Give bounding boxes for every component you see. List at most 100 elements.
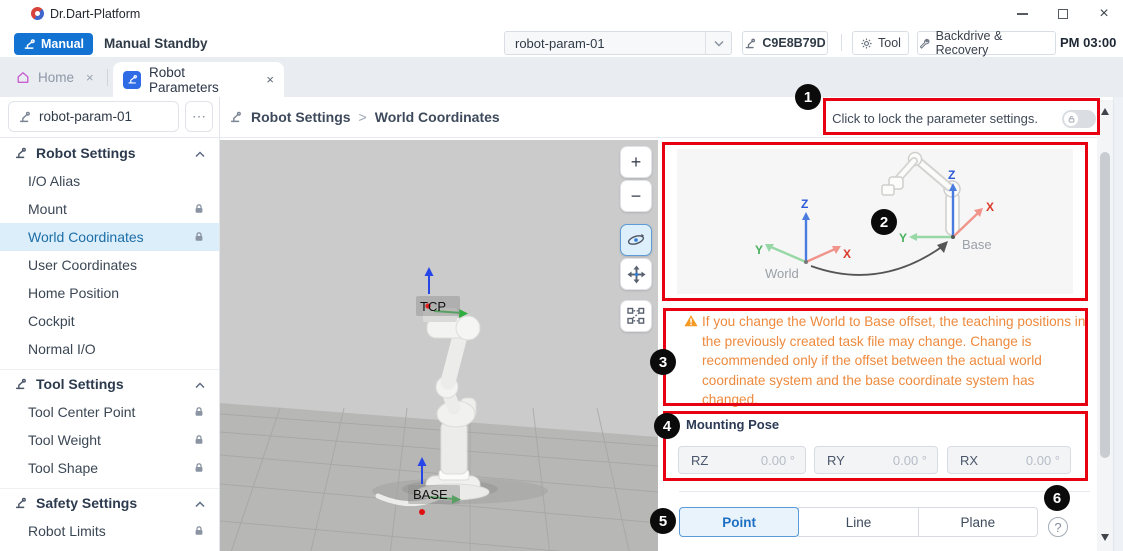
scroll-up-button[interactable] [1097,102,1113,120]
maximize-button[interactable] [1044,0,1082,27]
zoom-out-button[interactable]: − [620,180,652,212]
window-edge [1113,97,1123,551]
world-base-diagram: Z X Y World X Y Z Base [665,145,1085,298]
tcp-label: TCP [420,299,446,314]
3d-viewport[interactable]: TCP BASE [220,140,658,551]
parameter-dropdown-value: robot-param-01 [505,36,705,51]
backdrive-recovery-button[interactable]: Backdrive & Recovery [917,31,1056,55]
mounting-pose-ry-field[interactable]: RY 0.00 ° [814,446,938,474]
sidebar-item-user-coordinates[interactable]: User Coordinates [0,251,219,279]
sidebar-more-button[interactable]: ⋯ [185,101,213,132]
gear-icon [860,37,873,50]
minimize-icon [1017,13,1028,15]
help-button[interactable]: ? [1048,517,1068,537]
base-label: BASE [413,487,448,502]
svg-text:X: X [843,247,851,261]
measure-icon [627,307,645,325]
teach-method-tabs: Point Line Plane [679,507,1038,537]
sidebar-section-robot-settings[interactable]: Robot Settings [0,139,219,167]
sidebar-section-tool-settings[interactable]: Tool Settings [0,370,219,398]
close-button[interactable]: × [1085,0,1123,27]
robot-arm-icon [18,110,32,124]
sidebar-nav: Robot Settings I/O Alias Mount World Coo… [0,139,219,545]
robot-arm-icon [14,496,28,510]
home-icon [16,71,30,84]
base-label: Base [962,237,992,252]
minimize-button[interactable] [1003,0,1041,27]
tab-robot-parameters[interactable]: Robot Parameters × [113,62,284,97]
orbit-icon [626,231,646,249]
svg-text:Z: Z [948,168,955,182]
tab-home[interactable]: Home × [10,63,106,92]
manual-mode-button[interactable]: Manual [14,33,93,55]
lock-icon [193,406,205,418]
world-offset-warning: If you change the World to Base offset, … [702,312,1086,410]
breadcrumb-parent[interactable]: Robot Settings [251,109,351,125]
unlock-icon [1064,112,1078,126]
svg-text:X: X [986,200,994,214]
tab-line[interactable]: Line [798,507,918,537]
lock-icon [193,525,205,537]
lock-parameters-toggle[interactable] [1062,110,1096,128]
parameter-dropdown[interactable]: robot-param-01 [504,31,732,55]
sidebar-item-cockpit[interactable]: Cockpit [0,307,219,335]
tool-button[interactable]: Tool [852,31,909,55]
robot-arm-icon [23,38,36,51]
sidebar-item-mount[interactable]: Mount [0,195,219,223]
toolbar-separator [841,34,842,51]
robot-status-label: Manual Standby [104,36,208,51]
section-divider [679,491,1090,492]
sidebar-item-world-coordinates[interactable]: World Coordinates [0,223,219,251]
breadcrumb-separator: > [359,109,367,125]
app-window: Dr.Dart-Platform × Manual Manual Standby… [0,0,1123,551]
sidebar-item-io-alias[interactable]: I/O Alias [0,167,219,195]
pan-button[interactable] [620,258,652,290]
header-divider [0,137,1123,138]
sidebar-item-robot-limits[interactable]: Robot Limits [0,517,219,545]
wrench-icon [918,37,931,50]
lock-icon [193,462,205,474]
mounting-pose-title: Mounting Pose [686,417,779,432]
tab-close-icon[interactable]: × [266,72,274,87]
svg-text:Y: Y [755,243,763,257]
sidebar-item-tool-weight[interactable]: Tool Weight [0,426,219,454]
sidebar-param-name[interactable]: robot-param-01 [8,101,179,132]
tab-close-icon[interactable]: × [86,70,94,85]
tab-plane[interactable]: Plane [918,507,1038,537]
robot-arm-icon [14,146,28,160]
robot-parameters-icon [123,71,141,89]
orbit-rotate-button[interactable] [620,224,652,256]
svg-text:Y: Y [899,231,907,245]
measure-button[interactable] [620,300,652,332]
mounting-pose-rx-field[interactable]: RX 0.00 ° [947,446,1071,474]
lock-icon [193,434,205,446]
sidebar-section-safety-settings[interactable]: Safety Settings [0,489,219,517]
tab-point[interactable]: Point [679,507,799,537]
zoom-in-button[interactable]: + [620,146,652,178]
scrollbar-thumb[interactable] [1100,152,1110,458]
sidebar-item-normal-io[interactable]: Normal I/O [0,335,219,363]
robot-id-badge[interactable]: C9E8B79D [742,31,828,55]
lock-icon [193,231,205,243]
sidebar-item-tool-shape[interactable]: Tool Shape [0,454,219,482]
sidebar-item-tool-center-point[interactable]: Tool Center Point [0,398,219,426]
sidebar-item-home-position[interactable]: Home Position [0,279,219,307]
app-title: Dr.Dart-Platform [50,7,140,21]
world-label: World [765,266,799,281]
tab-separator [107,69,108,86]
breadcrumb-current: World Coordinates [375,109,500,125]
arrow-down-icon [1101,534,1109,541]
chevron-up-icon [195,145,205,161]
arrow-up-icon [1101,108,1109,115]
mounting-pose-rz-field[interactable]: RZ 0.00 ° [678,446,806,474]
chevron-down-icon [705,32,731,54]
clock-label: PM 03:00 [1060,35,1116,50]
svg-text:Z: Z [801,197,808,211]
scroll-down-button[interactable] [1097,528,1113,546]
robot-lock-icon [744,37,757,50]
robot-arm-icon [229,110,243,124]
pan-icon [627,265,646,284]
warning-icon [684,314,698,327]
chevron-up-icon [195,495,205,511]
titlebar: Dr.Dart-Platform × [0,0,1123,27]
